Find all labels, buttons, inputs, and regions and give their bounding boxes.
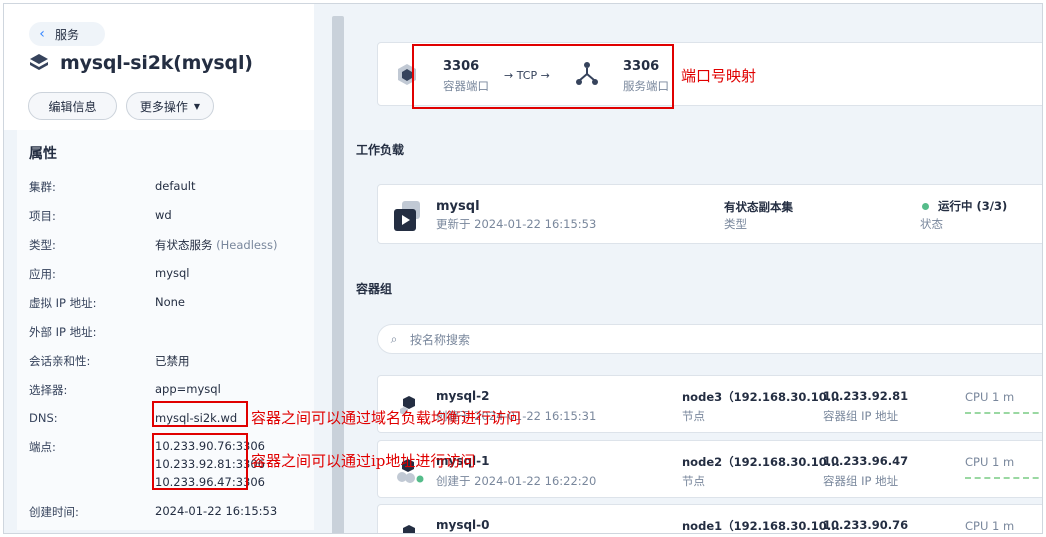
prop-key: 虚拟 IP 地址:	[29, 296, 97, 310]
prop-value: 已禁用	[155, 354, 190, 368]
prop-key: 类型:	[29, 238, 56, 252]
workload-status-label: 状态	[920, 217, 943, 231]
pod-ip: 10.233.96.47	[823, 454, 909, 468]
pod-row[interactable]: mysql-1 创建于 2024-01-22 16:22:20 node2（19…	[377, 440, 1042, 498]
pod-node: node1（192.168.30.10...	[682, 519, 840, 533]
pod-search-input[interactable]: ⌕ 按名称搜索	[377, 324, 1042, 354]
pod-node-label: 节点	[682, 474, 705, 488]
workload-status: 运行中 (3/3)	[922, 198, 1007, 214]
service-header: ‹ 服务 mysql-si2k(mysql) 编辑信息 更多操作 ▼	[4, 4, 314, 130]
properties-title: 属性	[29, 146, 57, 162]
pod-cpu: CPU 1 m	[965, 519, 1015, 533]
edit-info-label: 编辑信息	[48, 99, 97, 114]
prop-key: 端点:	[29, 440, 56, 454]
more-actions-label: 更多操作	[139, 99, 188, 114]
prop-key: 应用:	[29, 267, 56, 281]
chevron-left-icon: ‹	[39, 26, 45, 42]
caret-down-icon: ▼	[193, 101, 201, 111]
prop-key: 创建时间:	[29, 505, 79, 519]
cpu-sparkline	[965, 412, 1042, 414]
prop-key: DNS:	[29, 411, 58, 425]
back-label: 服务	[55, 27, 80, 42]
more-actions-button[interactable]: 更多操作 ▼	[126, 92, 214, 120]
pod-ip: 10.233.90.76	[823, 518, 909, 532]
prop-value: default	[155, 179, 196, 193]
pod-cpu: CPU 1 m	[965, 455, 1015, 469]
endpoints-highlight-box	[152, 433, 248, 490]
prop-value: 有状态服务 (Headless)	[155, 237, 277, 253]
pod-node-label: 节点	[682, 409, 705, 423]
pod-cpu: CPU 1 m	[965, 390, 1015, 404]
port-highlight-box	[412, 44, 674, 109]
pod-node: node2（192.168.30.10...	[682, 455, 840, 469]
type-extra: (Headless)	[216, 238, 278, 252]
search-placeholder: 按名称搜索	[410, 332, 471, 347]
workload-kind-label: 类型	[724, 217, 747, 231]
status-dot-icon	[922, 202, 929, 210]
dns-highlight-box	[152, 401, 248, 427]
prop-key: 会话亲和性:	[29, 354, 91, 368]
workload-card[interactable]: mysql 更新于 2024-01-22 16:15:53 有状态副本集 类型 …	[377, 184, 1042, 244]
pod-row[interactable]: mysql-0 node1（192.168.30.10... 10.233.90…	[377, 504, 1042, 533]
pod-node: node3（192.168.30.10...	[682, 390, 840, 404]
workload-play-icon	[394, 201, 420, 231]
back-button[interactable]: ‹ 服务	[29, 22, 105, 46]
prop-value: mysql	[155, 266, 190, 280]
pods-section-title: 容器组	[356, 282, 393, 296]
cpu-sparkline	[965, 477, 1042, 479]
search-icon: ⌕	[390, 331, 398, 346]
prop-value: app=mysql	[155, 382, 221, 396]
port-mapping-annotation: 端口号映射	[681, 67, 757, 85]
dns-annotation: 容器之间可以通过域名负载均衡进行访问	[251, 409, 522, 427]
pod-created: 创建于 2024-01-22 16:22:20	[436, 474, 597, 488]
workload-name: mysql	[436, 199, 480, 214]
pod-name: mysql-0	[436, 518, 490, 532]
prop-key: 项目:	[29, 209, 56, 223]
edit-info-button[interactable]: 编辑信息	[28, 92, 117, 120]
type-value: 有状态服务	[155, 238, 213, 252]
prop-key: 选择器:	[29, 383, 68, 397]
workload-updated: 更新于 2024-01-22 16:15:53	[436, 217, 597, 231]
pod-name: mysql-2	[436, 389, 490, 403]
pod-ip-label: 容器组 IP 地址	[823, 474, 899, 488]
pod-ip: 10.233.92.81	[823, 389, 909, 403]
workload-kind: 有状态副本集	[724, 200, 793, 214]
prop-value: wd	[155, 208, 172, 222]
pod-icon	[403, 525, 415, 533]
prop-value: 2024-01-22 16:15:53	[155, 504, 278, 518]
workload-status-text: 运行中 (3/3)	[938, 199, 1008, 213]
prop-key: 集群:	[29, 180, 56, 194]
pod-ip-label: 容器组 IP 地址	[823, 409, 899, 423]
page-title: mysql-si2k(mysql)	[28, 52, 253, 74]
ip-annotation: 容器之间可以通过ip地址进行访问	[251, 452, 476, 470]
prop-value: None	[155, 295, 186, 309]
workload-section-title: 工作负载	[356, 143, 405, 157]
service-stack-icon	[30, 54, 48, 70]
prop-key: 外部 IP 地址:	[29, 325, 97, 339]
app-frame: ‹ 服务 mysql-si2k(mysql) 编辑信息 更多操作 ▼ 属性 集群…	[3, 3, 1043, 534]
service-name: mysql-si2k(mysql)	[60, 52, 253, 74]
